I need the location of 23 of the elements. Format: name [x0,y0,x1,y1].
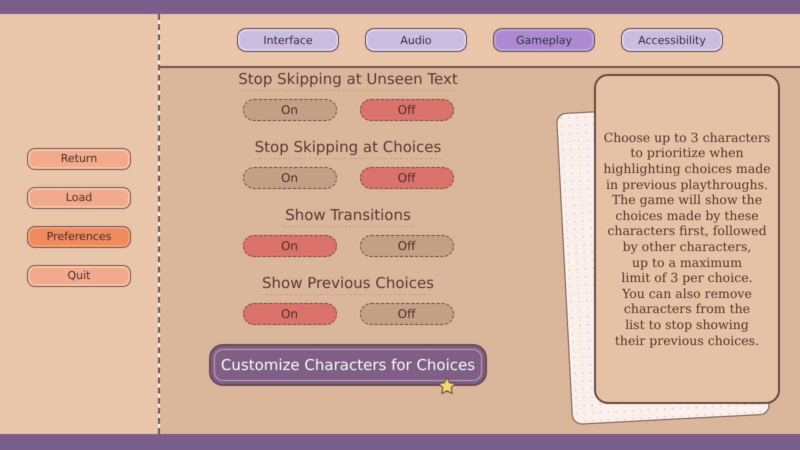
tab[interactable]: Audio [365,28,467,52]
customize-button[interactable]: Customize Characters for Choices [209,344,487,386]
menu-button[interactable]: Preferences [27,226,131,248]
toggle-button[interactable]: Off [360,167,454,189]
info-text: Choose up to 3 characters to prioritize when highlighting choices made in previous playthroughs. The game will show the choices made by these characters first, followed by other characters, up to a maximum limit of 3 per choice. You can also remove characters from the list to stop showing their previous choices. [603,130,771,348]
toggle-button[interactable]: Off [360,99,454,121]
toggle-button[interactable]: Off [360,303,454,325]
option-title: Show Previous Choices [260,274,436,295]
star-icon [437,376,457,396]
toggle-button[interactable]: On [242,167,336,189]
tab[interactable]: Gameplay [493,28,595,52]
toggle-button[interactable]: Off [360,235,454,257]
toggle-button[interactable]: On [242,235,336,257]
menu-button[interactable]: Load [27,186,131,208]
tab[interactable]: Accessibility [621,28,723,52]
option-title: Stop Skipping at Choices [252,138,444,159]
menu-button[interactable]: Quit [27,264,131,286]
tab[interactable]: Interface [237,28,339,52]
toggle-button[interactable]: On [242,303,336,325]
option-title: Show Transitions [283,206,413,227]
option-title: Stop Skipping at Unseen Text [236,70,460,91]
toggle-button[interactable]: On [242,99,336,121]
menu-button[interactable]: Return [27,148,131,170]
